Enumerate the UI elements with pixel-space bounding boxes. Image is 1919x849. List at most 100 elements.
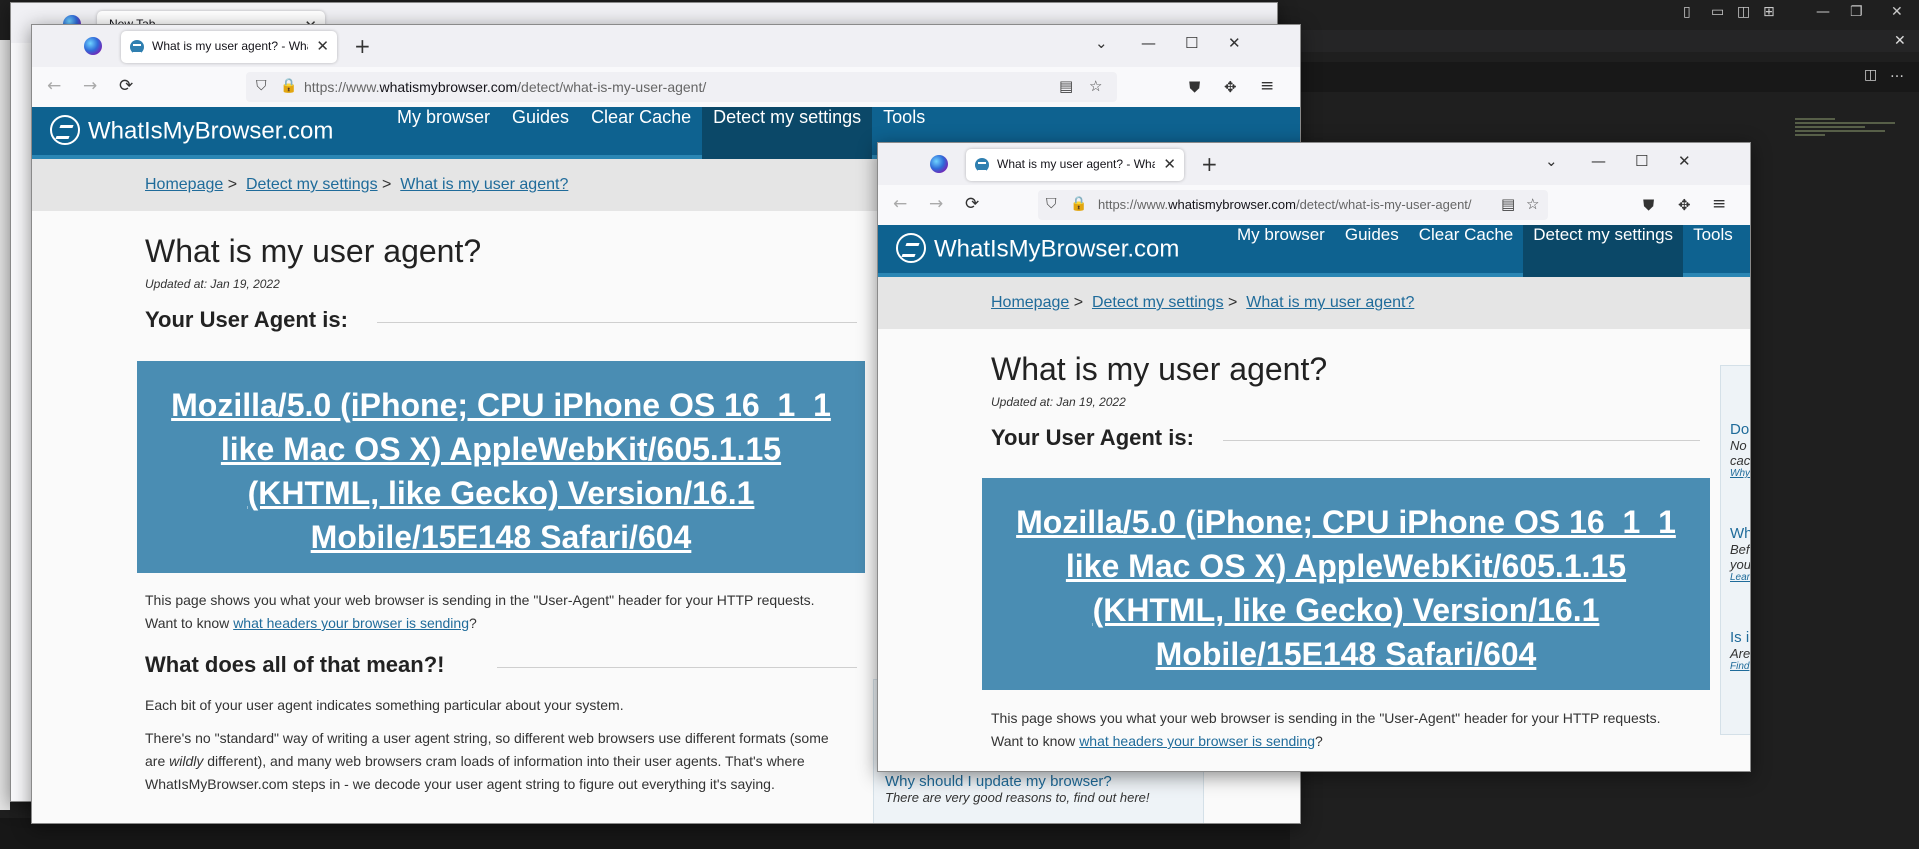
headers-link[interactable]: what headers your browser is sending (233, 615, 469, 631)
sidebar-link[interactable]: Why (1730, 468, 1750, 479)
sidebar-link[interactable]: Lear (1730, 572, 1750, 583)
back-icon[interactable]: ← (893, 194, 907, 214)
site-header: WhatIsMyBrowser.com My browser Guides Cl… (878, 225, 1750, 277)
site-logo[interactable]: WhatIsMyBrowser.com (896, 233, 1179, 265)
app-menu-icon[interactable]: ≡ (1260, 76, 1274, 96)
updated-date: Updated at: Jan 19, 2022 (145, 277, 280, 291)
bookmark-star-icon[interactable]: ☆ (1089, 77, 1102, 95)
user-agent-box: Mozilla/5.0 (iPhone; CPU iPhone OS 16_1_… (982, 478, 1710, 690)
breadcrumb-separator: > (227, 176, 238, 193)
close-window-icon[interactable]: ✕ (1678, 152, 1691, 170)
breadcrumb-homepage[interactable]: Homepage (145, 176, 223, 193)
sidebar-item-1[interactable]: Do No cac Why (1730, 421, 1750, 479)
sidebar-update-title[interactable]: Why should I update my browser? (885, 773, 1150, 790)
heading-rule (377, 322, 857, 323)
tracking-protection-icon[interactable]: ⛉ (256, 78, 267, 94)
reload-icon[interactable]: ⟳ (119, 76, 133, 96)
sidebar-item-2[interactable]: Wh Bef you Lear (1730, 525, 1750, 583)
bookmark-star-icon[interactable]: ☆ (1526, 195, 1539, 213)
breadcrumb-detect-settings[interactable]: Detect my settings (246, 176, 378, 193)
minimize-icon[interactable]: — (1141, 34, 1156, 52)
layout-sidebar-icon[interactable]: ▯ (1683, 4, 1691, 20)
list-all-tabs-icon[interactable]: ⌄ (1545, 152, 1558, 170)
headers-link[interactable]: what headers your browser is sending (1079, 733, 1315, 749)
firefox-logo-icon (84, 37, 102, 55)
meaning-paragraph-2: There's no "standard" way of writing a u… (145, 730, 829, 792)
heading-rule (497, 667, 857, 668)
user-agent-string-link[interactable]: Mozilla/5.0 (iPhone; CPU iPhone OS 16_1_… (982, 478, 1710, 698)
layout-split-icon[interactable]: ◫ (1737, 4, 1750, 20)
split-editor-icon[interactable]: ◫ (1864, 67, 1877, 83)
editor-restore-icon[interactable]: ❐ (1850, 4, 1863, 20)
menu-my-browser[interactable]: My browser (386, 107, 501, 159)
breadcrumb-separator: > (382, 176, 392, 193)
editor-tab-bar: ✕ (1290, 30, 1919, 52)
menu-guides[interactable]: Guides (501, 107, 580, 159)
new-tab-icon[interactable]: + (354, 34, 371, 58)
maximize-icon[interactable]: ☐ (1635, 152, 1648, 170)
breadcrumb-detect-settings[interactable]: Detect my settings (1092, 294, 1224, 311)
app-menu-icon[interactable]: ≡ (1712, 194, 1726, 214)
forward-icon[interactable]: → (83, 76, 97, 96)
editor-tab-close-icon[interactable]: ✕ (1894, 33, 1906, 49)
extensions-icon[interactable]: ✥ (1678, 196, 1691, 214)
breadcrumb-current[interactable]: What is my user agent? (1246, 294, 1414, 311)
menu-detect-my-settings[interactable]: Detect my settings (1523, 225, 1684, 277)
back-icon[interactable]: ← (47, 76, 61, 96)
browser-window-front[interactable]: What is my user agent? - What is my brow… (877, 142, 1751, 772)
sidebar-item-update[interactable]: Why should I update my browser? There ar… (885, 773, 1150, 805)
tab-user-agent[interactable]: What is my user agent? - What is my brow… (121, 31, 337, 63)
tracking-protection-icon[interactable]: ⛉ (1046, 196, 1057, 212)
tab-user-agent[interactable]: What is my user agent? - What is my brow… (966, 149, 1184, 181)
ua-heading: Your User Agent is: (991, 425, 1194, 450)
close-window-icon[interactable]: ✕ (1228, 34, 1241, 52)
main-menu: My browser Guides Clear Cache Detect my … (386, 107, 936, 159)
breadcrumb-homepage[interactable]: Homepage (991, 294, 1069, 311)
list-all-tabs-icon[interactable]: ⌄ (1095, 34, 1108, 52)
layout-panel-icon[interactable]: ▭ (1711, 4, 1724, 20)
lock-icon[interactable]: 🔒 (1070, 196, 1087, 212)
url-bar[interactable]: ⛉ 🔒 https://www.whatismybrowser.com/dete… (246, 72, 1117, 102)
firefox-logo-icon (930, 155, 948, 173)
editor-close-icon[interactable]: ✕ (1891, 4, 1903, 20)
breadcrumb: Homepage > Detect my settings > What is … (878, 277, 1750, 329)
updated-date: Updated at: Jan 19, 2022 (991, 395, 1126, 409)
page-title: What is my user agent? (991, 351, 1328, 387)
pocket-icon[interactable]: ⛊ (1643, 196, 1654, 214)
extensions-icon[interactable]: ✥ (1224, 78, 1237, 96)
new-tab-icon[interactable]: + (1201, 152, 1218, 176)
lock-icon[interactable]: 🔒 (280, 78, 297, 94)
main-menu: My browser Guides Clear Cache Detect my … (1227, 225, 1743, 277)
menu-detect-my-settings[interactable]: Detect my settings (702, 107, 873, 159)
ua-heading: Your User Agent is: (145, 307, 348, 332)
more-actions-icon[interactable]: … (1890, 65, 1904, 81)
user-agent-string-link[interactable]: Mozilla/5.0 (iPhone; CPU iPhone OS 16_1_… (137, 361, 865, 581)
forward-icon[interactable]: → (929, 194, 943, 214)
page-viewport: WhatIsMyBrowser.com My browser Guides Cl… (878, 225, 1750, 771)
tab-close-icon[interactable]: ✕ (1163, 155, 1176, 173)
menu-tools[interactable]: Tools (1683, 225, 1743, 277)
layout-custom-icon[interactable]: ⊞ (1763, 4, 1775, 20)
menu-clear-cache[interactable]: Clear Cache (580, 107, 702, 159)
editor-minimize-icon[interactable]: — (1816, 4, 1830, 20)
sidebar-item-3[interactable]: Is i Are Find (1730, 629, 1750, 672)
menu-guides[interactable]: Guides (1335, 225, 1409, 277)
reload-icon[interactable]: ⟳ (965, 194, 979, 214)
tab-close-icon[interactable]: ✕ (316, 37, 329, 55)
page-title: What is my user agent? (145, 233, 482, 269)
menu-my-browser[interactable]: My browser (1227, 225, 1335, 277)
sidebar-link[interactable]: Find (1730, 661, 1750, 672)
site-logo[interactable]: WhatIsMyBrowser.com (50, 115, 333, 147)
url-bar[interactable]: ⛉ 🔒 https://www.whatismybrowser.com/dete… (1038, 190, 1548, 220)
maximize-icon[interactable]: ☐ (1185, 34, 1198, 52)
reader-view-icon[interactable]: ▤ (1501, 195, 1515, 213)
minimize-icon[interactable]: — (1591, 152, 1606, 170)
url-text[interactable]: https://www.whatismybrowser.com/detect/w… (304, 79, 706, 95)
reader-view-icon[interactable]: ▤ (1059, 77, 1073, 95)
sidebar-update-desc: There are very good reasons to, find out… (885, 790, 1150, 805)
pocket-icon[interactable]: ⛊ (1189, 78, 1200, 96)
intro-paragraph: This page shows you what your web browse… (991, 710, 1661, 749)
menu-clear-cache[interactable]: Clear Cache (1409, 225, 1524, 277)
url-text[interactable]: https://www.whatismybrowser.com/detect/w… (1098, 197, 1498, 212)
breadcrumb-current[interactable]: What is my user agent? (400, 176, 568, 193)
